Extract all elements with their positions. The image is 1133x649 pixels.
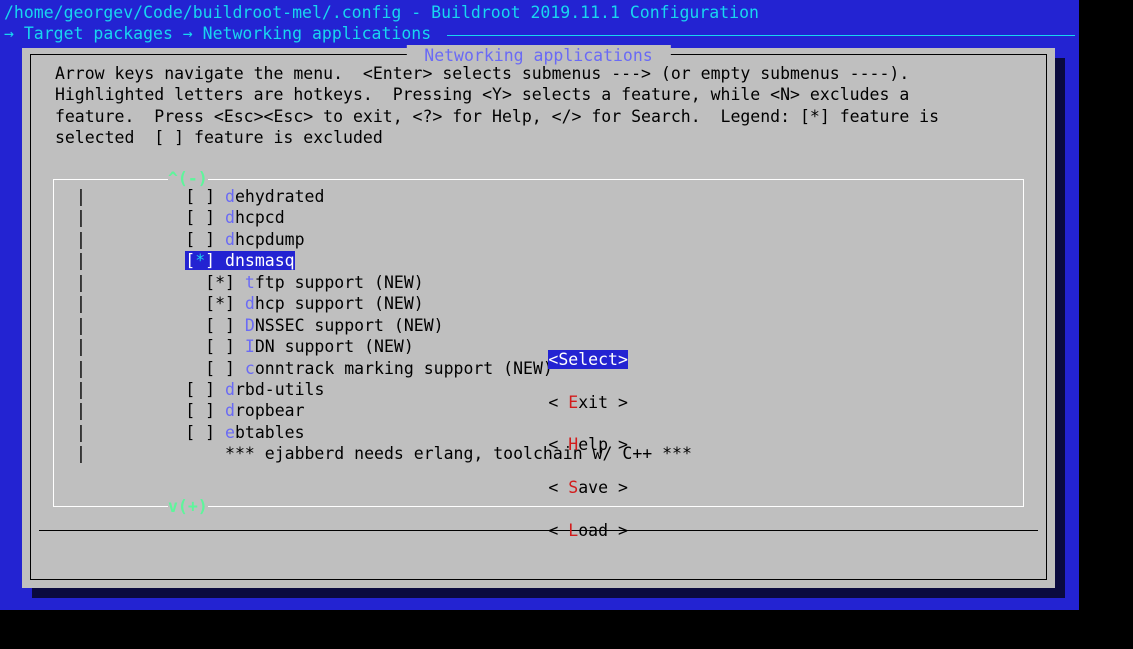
exit-button[interactable]: < Exit > xyxy=(548,393,627,412)
hotkey: t xyxy=(245,273,255,292)
help-button[interactable]: < Help > xyxy=(548,435,627,454)
window-title: /home/georgev/Code/buildroot-mel/.config… xyxy=(0,0,1079,23)
save-button[interactable]: < Save > xyxy=(548,478,627,497)
dialog-title: Networking applications xyxy=(406,45,670,66)
dialog: Networking applications Arrow keys navig… xyxy=(22,48,1055,588)
terminal: /home/georgev/Code/buildroot-mel/.config… xyxy=(0,0,1080,610)
load-button[interactable]: < Load > xyxy=(548,521,627,540)
menu-item-1[interactable]: | [ ] dhcpcd xyxy=(54,207,1023,228)
hotkey: d xyxy=(225,208,235,227)
menu-item-3[interactable]: | [*] dnsmasq xyxy=(54,250,1023,271)
help-text: Arrow keys navigate the menu. <Enter> se… xyxy=(31,55,1046,153)
screen: /home/georgev/Code/buildroot-mel/.config… xyxy=(0,0,1133,649)
breadcrumb-text: → Target packages → Networking applicati… xyxy=(4,23,441,44)
hotkey: d xyxy=(225,187,235,206)
menu-item-highlight: [*] dnsmasq xyxy=(185,251,294,270)
select-button[interactable]: <Select> xyxy=(548,350,627,369)
scroll-up-indicator[interactable]: ^(-) xyxy=(168,168,208,189)
button-row: <Select> < Exit > < Help > < Save > < Lo… xyxy=(31,306,1046,563)
breadcrumb-rule xyxy=(447,35,1075,36)
menu-item-2[interactable]: | [ ] dhcpdump xyxy=(54,229,1023,250)
menu-item-4[interactable]: | [*] tftp support (NEW) xyxy=(54,272,1023,293)
breadcrumb: → Target packages → Networking applicati… xyxy=(0,23,1079,44)
dialog-border: Networking applications Arrow keys navig… xyxy=(30,54,1047,580)
hotkey: d xyxy=(225,230,235,249)
